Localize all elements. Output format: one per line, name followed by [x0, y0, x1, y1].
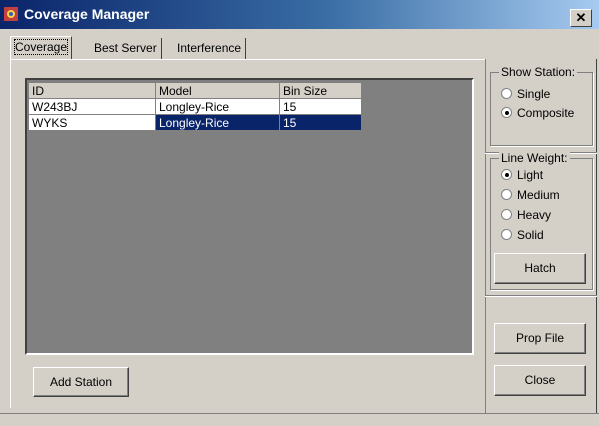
radio-light[interactable]: Light: [501, 166, 543, 184]
table-header-row: ID Model Bin Size: [28, 82, 362, 99]
radio-single[interactable]: Single: [501, 85, 550, 103]
radio-unchecked-icon: [501, 189, 512, 201]
table-row[interactable]: W243BJ Longley-Rice 15: [28, 98, 362, 115]
radio-heavy[interactable]: Heavy: [501, 206, 551, 224]
cell-id[interactable]: W243BJ: [28, 98, 156, 115]
station-grid[interactable]: ID Model Bin Size W243BJ Longley-Rice 15…: [25, 78, 474, 355]
radio-medium[interactable]: Medium: [501, 186, 560, 204]
cell-bin-size[interactable]: 15: [279, 98, 362, 115]
close-icon: ✕: [575, 10, 587, 25]
cell-id[interactable]: WYKS: [28, 114, 156, 131]
radio-composite[interactable]: Composite: [501, 104, 574, 122]
window-title: Coverage Manager: [24, 6, 150, 22]
column-header-id[interactable]: ID: [28, 82, 156, 99]
tab-coverage[interactable]: Coverage: [10, 36, 73, 60]
close-window-button[interactable]: ✕: [570, 9, 592, 27]
table-row-selected[interactable]: WYKS Longley-Rice 15: [28, 114, 362, 131]
app-icon: [4, 7, 18, 21]
add-station-button[interactable]: Add Station: [33, 367, 129, 397]
radio-checked-icon: [501, 107, 512, 119]
status-bar: [0, 413, 599, 426]
station-table: ID Model Bin Size W243BJ Longley-Rice 15…: [28, 82, 362, 131]
cell-model[interactable]: Longley-Rice: [155, 98, 280, 115]
radio-unchecked-icon: [501, 88, 512, 100]
tab-best-server[interactable]: Best Server: [90, 38, 162, 59]
close-button[interactable]: Close: [494, 365, 586, 396]
cell-model[interactable]: Longley-Rice: [155, 114, 280, 131]
show-station-label: Show Station:: [499, 65, 578, 79]
column-header-bin-size[interactable]: Bin Size: [279, 82, 362, 99]
tab-interference[interactable]: Interference: [173, 38, 247, 59]
cell-bin-size[interactable]: 15: [279, 114, 362, 131]
divider: [485, 295, 597, 297]
show-station-group: Show Station: Single Composite: [490, 65, 593, 146]
line-weight-label: Line Weight:: [499, 151, 570, 165]
radio-unchecked-icon: [501, 229, 512, 241]
title-bar: Coverage Manager: [0, 0, 599, 29]
prop-file-button[interactable]: Prop File: [494, 323, 586, 354]
column-header-model[interactable]: Model: [155, 82, 280, 99]
radio-solid[interactable]: Solid: [501, 226, 544, 244]
hatch-button[interactable]: Hatch: [494, 253, 586, 284]
radio-unchecked-icon: [501, 209, 512, 221]
radio-checked-icon: [501, 169, 512, 181]
